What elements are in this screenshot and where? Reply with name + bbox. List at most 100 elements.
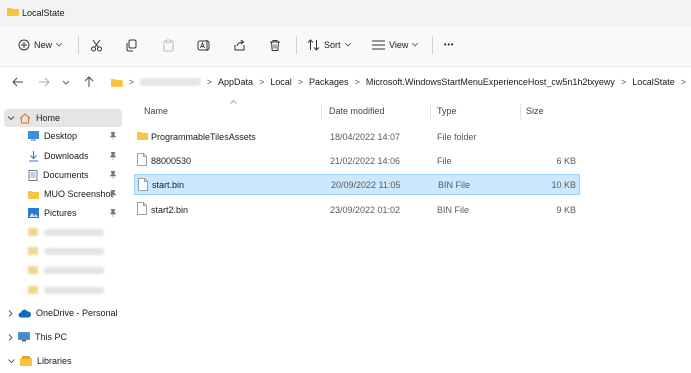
chevron-down-icon [412, 43, 419, 47]
file-date: 18/04/2022 14:07 [330, 132, 401, 142]
trash-icon [270, 39, 280, 51]
breadcrumb-separator: > [258, 77, 265, 87]
file-name: start2.bin [151, 205, 189, 215]
sidebar-label: Documents [43, 170, 89, 180]
sidebar-label: This PC [35, 332, 68, 342]
sidebar-item-desktop[interactable]: Desktop [28, 128, 77, 144]
breadcrumb-end-chevron[interactable]: > [681, 77, 686, 87]
sidebar-item-libraries[interactable]: Libraries [8, 353, 72, 369]
sidebar-label: OneDrive - Personal [36, 308, 118, 318]
pictures-icon [28, 208, 39, 218]
file-icon [137, 153, 147, 166]
sidebar-item-this-pc[interactable]: This PC [8, 329, 67, 345]
file-name: 88000530 [151, 156, 192, 166]
toolbar-divider [432, 36, 433, 54]
back-arrow-icon[interactable] [12, 76, 24, 88]
file-icon [137, 202, 147, 215]
clipboard-icon [163, 39, 174, 51]
paste-button[interactable] [162, 36, 175, 54]
breadcrumb-separator: > [620, 77, 627, 87]
toolbar-divider [296, 36, 297, 54]
view-button[interactable]: View [372, 36, 419, 54]
sort-button[interactable]: Sort [307, 36, 351, 54]
rename-button[interactable] [197, 36, 211, 54]
file-date: 20/09/2022 11:05 [331, 180, 401, 190]
breadcrumb-item-packages[interactable]: Packages [309, 77, 349, 87]
file-type: File [437, 156, 452, 166]
sidebar-label: Downloads [44, 151, 89, 161]
column-divider[interactable] [321, 104, 322, 120]
blurred-username [140, 78, 201, 86]
pin-icon [110, 190, 116, 198]
column-divider[interactable] [430, 104, 431, 120]
breadcrumb-separator: > [354, 77, 360, 87]
file-row-start2-bin[interactable]: start2.bin 23/09/2022 01:02 BIN File 9 K… [134, 199, 580, 220]
copy-button[interactable] [125, 36, 138, 54]
file-row-88000530[interactable]: 88000530 21/02/2022 14:06 File 6 KB [134, 150, 580, 171]
forward-arrow-icon[interactable] [38, 76, 50, 88]
folder-icon [28, 190, 39, 199]
breadcrumb-item-local[interactable]: Local [270, 77, 292, 87]
file-date: 21/02/2022 14:06 [330, 156, 401, 166]
up-arrow-icon[interactable] [83, 76, 95, 88]
sidebar-item-pictures[interactable]: Pictures [28, 205, 77, 221]
file-name: start.bin [152, 180, 185, 190]
file-size: 9 KB [556, 205, 576, 215]
sidebar-item-onedrive[interactable]: OneDrive - Personal [8, 305, 118, 321]
file-row-start-bin[interactable]: start.bin 20/09/2022 11:05 BIN File 10 K… [134, 174, 580, 195]
folder-icon [7, 8, 19, 16]
chevron-down-icon [344, 43, 351, 47]
view-label: View [389, 40, 409, 50]
cut-button[interactable] [90, 36, 103, 54]
title-bar [0, 0, 691, 26]
home-icon [19, 112, 31, 124]
navigation-pane: Home Desktop Downloads Documents MUO Scr… [0, 100, 122, 373]
plus-circle-icon [18, 39, 30, 51]
breadcrumb-separator: > [297, 77, 304, 87]
breadcrumb-separator: > [128, 77, 135, 87]
breadcrumb-item-appdata[interactable]: AppData [218, 77, 253, 87]
more-options-button[interactable]: ••• [444, 36, 454, 54]
sidebar-label: MUO Screenshot [44, 189, 114, 199]
libraries-icon [20, 356, 32, 366]
sidebar-label: Desktop [44, 131, 78, 141]
sidebar-item-muo-screenshot[interactable]: MUO Screenshot [28, 186, 113, 202]
sort-icon [307, 39, 320, 51]
share-button[interactable] [233, 36, 246, 54]
delete-button[interactable] [269, 36, 281, 54]
sort-ascending-icon [230, 100, 237, 104]
navigation-bar: > > AppData > Local > Packages > Microso… [0, 67, 691, 97]
folder-icon [137, 132, 148, 140]
breadcrumb-item-startmenuhost[interactable]: Microsoft.WindowsStartMenuExperienceHost… [366, 77, 615, 87]
sidebar-label: Libraries [37, 356, 72, 366]
copy-icon [126, 39, 137, 51]
chevron-right-icon [8, 309, 13, 317]
sort-label: Sort [324, 40, 341, 50]
breadcrumb[interactable]: > > AppData > Local > Packages > Microso… [111, 72, 686, 92]
new-button[interactable]: New [18, 36, 63, 54]
file-name: ProgrammableTilesAssets [151, 132, 256, 142]
file-type: File folder [437, 132, 477, 142]
pin-icon [110, 171, 116, 179]
download-icon [29, 150, 38, 162]
command-bar: New Sort View ••• [0, 26, 691, 67]
blurred-folder-item [28, 265, 104, 275]
column-header-size[interactable]: Size [526, 106, 544, 116]
view-list-icon [372, 40, 385, 50]
file-row-programmabletilesassets[interactable]: ProgrammableTilesAssets 18/04/2022 14:07… [134, 126, 580, 147]
sidebar-item-documents[interactable]: Documents [28, 167, 89, 183]
new-label: New [34, 40, 53, 50]
file-date: 23/09/2022 01:02 [330, 205, 401, 215]
column-header-type[interactable]: Type [437, 106, 457, 116]
column-header-date-modified[interactable]: Date modified [329, 106, 385, 116]
sidebar-item-downloads[interactable]: Downloads [28, 148, 89, 164]
blurred-folder-item [28, 227, 104, 237]
column-divider[interactable] [520, 104, 521, 120]
toolbar-divider [78, 36, 79, 54]
breadcrumb-item-localstate[interactable]: LocalState [632, 77, 675, 87]
recent-locations-chevron-icon[interactable] [62, 76, 70, 88]
sidebar-item-home[interactable]: Home [4, 109, 122, 127]
file-icon [138, 178, 148, 191]
window-title: LocalState [22, 8, 65, 18]
column-header-name[interactable]: Name [144, 106, 168, 116]
